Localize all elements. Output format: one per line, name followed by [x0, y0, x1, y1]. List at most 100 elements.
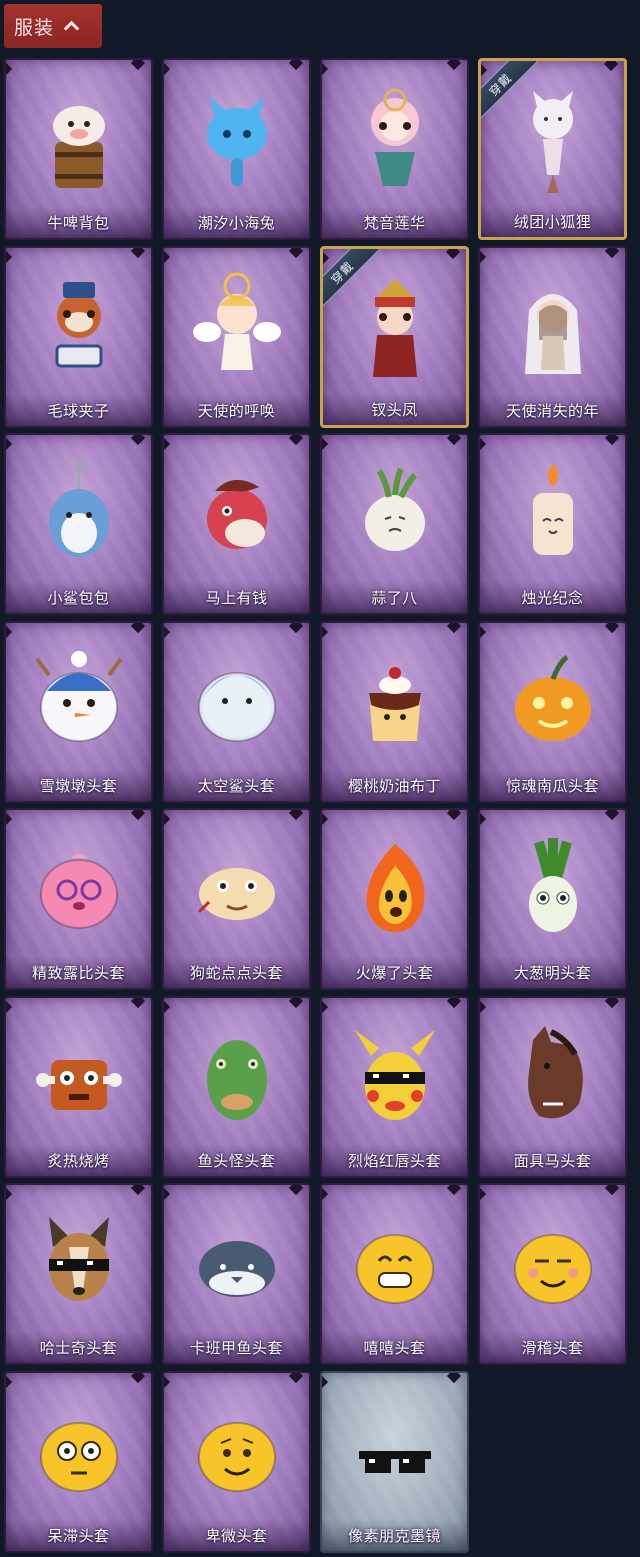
card-corner-decoration: [6, 624, 13, 640]
item-card[interactable]: 狗蛇点点头套: [162, 808, 311, 990]
card-corner-decoration: [130, 1185, 146, 1196]
item-name: 卑微头套: [205, 1526, 268, 1545]
item-card[interactable]: 火爆了头套: [320, 808, 469, 990]
item-name: 嘻嘻头套: [363, 1338, 426, 1357]
item-card[interactable]: 卑微头套: [162, 1371, 311, 1553]
raccoon-drummer-icon: [29, 270, 129, 388]
item-card[interactable]: 天使的呼唤: [162, 246, 311, 428]
item-card[interactable]: 鱼头怪头套: [162, 996, 311, 1178]
item-name-bar: 滑稽头套: [480, 1331, 625, 1363]
chevron-up-icon: [63, 20, 80, 37]
card-corner-decoration: [480, 811, 487, 827]
card-corner-decoration: [288, 435, 304, 446]
item-name-bar: 蒜了八: [322, 581, 467, 613]
item-name-bar: 天使的呼唤: [164, 394, 309, 426]
grin-emoji-head-icon: [345, 1207, 445, 1325]
item-name-bar: 精致露比头套: [6, 956, 151, 988]
card-corner-decoration: [604, 810, 620, 821]
item-name-bar: 樱桃奶油布丁: [322, 769, 467, 801]
item-name-bar: 马上有钱: [164, 581, 309, 613]
lotus-doll-icon: [345, 82, 445, 200]
card-corner-decoration: [130, 60, 146, 71]
item-name: 惊魂南瓜头套: [505, 776, 599, 795]
item-name-bar: 面具马头套: [480, 1144, 625, 1176]
item-card[interactable]: 呆滞头套: [4, 1371, 153, 1553]
item-name-bar: 嘻嘻头套: [322, 1331, 467, 1363]
item-name-bar: 烈焰红唇头套: [322, 1144, 467, 1176]
item-name-bar: 炙热烧烤: [6, 1144, 151, 1176]
item-name: 哈士奇头套: [39, 1338, 118, 1357]
fish-head-icon: [187, 1020, 287, 1138]
item-card[interactable]: 马上有钱: [162, 433, 311, 615]
item-card[interactable]: 哈士奇头套: [4, 1183, 153, 1365]
card-corner-decoration: [322, 624, 329, 640]
card-corner-decoration: [288, 998, 304, 1009]
item-card[interactable]: 绒团小狐狸 穿戴: [478, 58, 627, 240]
item-name: 潮汐小海兔: [197, 213, 276, 232]
item-card[interactable]: 潮汐小海兔: [162, 58, 311, 240]
card-corner-decoration: [604, 623, 620, 634]
item-name-bar: 大葱明头套: [480, 956, 625, 988]
item-card[interactable]: 面具马头套: [478, 996, 627, 1178]
item-name: 卡班甲鱼头套: [189, 1338, 283, 1357]
card-corner-decoration: [288, 1185, 304, 1196]
item-card[interactable]: 雪墩墩头套: [4, 621, 153, 803]
item-card[interactable]: 精致露比头套: [4, 808, 153, 990]
item-card[interactable]: 卡班甲鱼头套: [162, 1183, 311, 1365]
card-corner-decoration: [446, 623, 462, 634]
cow-beer-barrel-icon: [29, 82, 129, 200]
item-name: 火爆了头套: [355, 963, 434, 982]
item-card[interactable]: 滑稽头套: [478, 1183, 627, 1365]
item-card[interactable]: 钗头凤 穿戴: [320, 246, 469, 428]
item-card[interactable]: 嘻嘻头套: [320, 1183, 469, 1365]
humble-emoji-head-icon: [187, 1395, 287, 1513]
item-card[interactable]: 毛球夹子: [4, 246, 153, 428]
card-corner-decoration: [480, 999, 487, 1015]
pixel-sunglasses-icon: [345, 1395, 445, 1513]
item-name: 蒜了八: [371, 588, 418, 607]
item-card[interactable]: 炙热烧烤: [4, 996, 153, 1178]
card-corner-decoration: [604, 248, 620, 259]
item-card[interactable]: 惊魂南瓜头套: [478, 621, 627, 803]
card-corner-decoration: [288, 60, 304, 71]
card-corner-decoration: [446, 810, 462, 821]
card-corner-decoration: [604, 1185, 620, 1196]
card-corner-decoration: [322, 436, 329, 452]
item-card[interactable]: 梵音莲华: [320, 58, 469, 240]
item-name-bar: 太空鲨头套: [164, 769, 309, 801]
item-card[interactable]: 天使消失的年: [478, 246, 627, 428]
item-name-bar: 牛啤背包: [6, 206, 151, 238]
item-name: 烈焰红唇头套: [347, 1151, 441, 1170]
item-name: 天使消失的年: [505, 401, 599, 420]
item-name: 面具马头套: [513, 1151, 592, 1170]
item-name-bar: 哈士奇头套: [6, 1331, 151, 1363]
card-corner-decoration: [604, 998, 620, 1009]
card-corner-decoration: [164, 61, 171, 77]
item-name: 烛光纪念: [521, 588, 584, 607]
item-name: 小鲨包包: [47, 588, 110, 607]
card-corner-decoration: [288, 810, 304, 821]
card-corner-decoration: [446, 998, 462, 1009]
item-card[interactable]: 烈焰红唇头套: [320, 996, 469, 1178]
card-corner-decoration: [322, 999, 329, 1015]
item-name: 大葱明头套: [513, 963, 592, 982]
item-card[interactable]: 樱桃奶油布丁: [320, 621, 469, 803]
card-corner-decoration: [480, 1186, 487, 1202]
item-card[interactable]: 太空鲨头套: [162, 621, 311, 803]
item-card[interactable]: 大葱明头套: [478, 808, 627, 990]
item-name-bar: 绒团小狐狸: [481, 205, 624, 237]
item-card[interactable]: 牛啤背包: [4, 58, 153, 240]
item-name-bar: 火爆了头套: [322, 956, 467, 988]
card-corner-decoration: [164, 1374, 171, 1390]
card-corner-decoration: [288, 248, 304, 259]
card-corner-decoration: [130, 810, 146, 821]
item-name: 雪墩墩头套: [39, 776, 118, 795]
item-card[interactable]: 烛光纪念: [478, 433, 627, 615]
card-corner-decoration: [164, 999, 171, 1015]
item-card[interactable]: 蒜了八: [320, 433, 469, 615]
item-card[interactable]: 小鲨包包: [4, 433, 153, 615]
card-corner-decoration: [6, 61, 13, 77]
item-card[interactable]: 像素朋克墨镜: [320, 1371, 469, 1553]
card-corner-decoration: [164, 249, 171, 265]
section-toggle-clothing[interactable]: 服装: [4, 4, 102, 48]
